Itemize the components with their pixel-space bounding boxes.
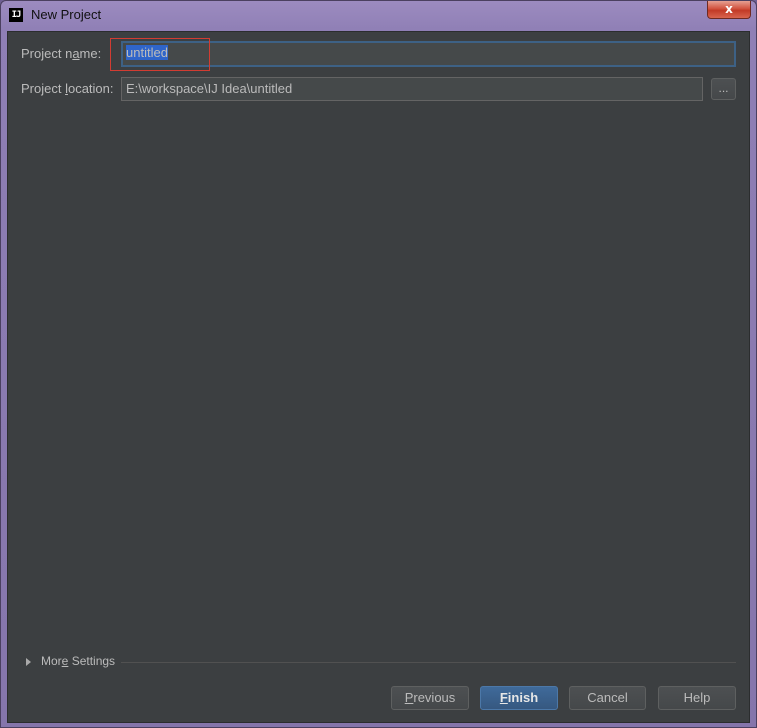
previous-button[interactable]: Previous: [391, 686, 469, 710]
project-name-selected-text: untitled: [126, 45, 168, 60]
title-bar[interactable]: IJ New Project x: [1, 1, 756, 31]
close-icon: x: [725, 2, 733, 16]
project-location-label: Project location:: [21, 81, 114, 96]
project-name-input[interactable]: untitled: [121, 41, 736, 67]
cancel-button[interactable]: Cancel: [569, 686, 646, 710]
dialog-content: Project name: untitled Project location:…: [7, 31, 750, 723]
intellij-app-icon: IJ: [9, 8, 23, 22]
project-location-input[interactable]: E:\workspace\IJ Idea\untitled: [121, 77, 703, 101]
triangle-right-icon: [26, 658, 31, 666]
help-button[interactable]: Help: [658, 686, 736, 710]
finish-button[interactable]: Finish: [480, 686, 558, 710]
more-settings-label: More Settings: [41, 654, 116, 668]
browse-location-button[interactable]: ...: [711, 78, 736, 100]
more-settings-separator: [121, 662, 736, 663]
new-project-dialog: IJ New Project x Project name: untitled …: [0, 0, 757, 728]
project-name-label: Project name:: [21, 46, 102, 61]
window-title: New Project: [31, 7, 102, 22]
close-button[interactable]: x: [707, 1, 751, 19]
